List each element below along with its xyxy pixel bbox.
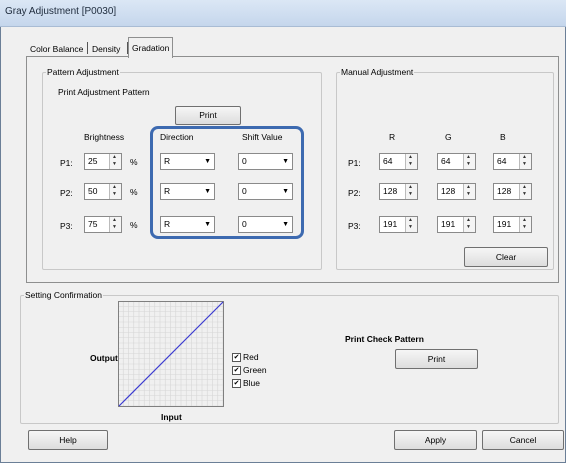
spin-arrows[interactable]: ▲ ▼ [463,154,475,169]
percent-label: % [130,157,138,167]
help-button[interactable]: Help [28,430,108,450]
manual-p3-r-spinner[interactable]: 191 ▲ ▼ [379,216,418,233]
brightness-header: Brightness [84,132,125,142]
manual-p2-b-value: 128 [497,186,512,196]
percent-label: % [130,220,138,230]
row-label-p2: P2: [60,188,73,198]
manual-p2-r-value: 128 [383,186,398,196]
check-mark-icon: ✔ [233,367,240,374]
tab-strip: Color Balance Density Gradation [26,37,186,58]
brightness-p1-spinner[interactable]: 25 ▲ ▼ [84,153,122,170]
brightness-p2-spinner[interactable]: 50 ▲ ▼ [84,183,122,200]
manual-p1-g-spinner[interactable]: 64 ▲ ▼ [437,153,476,170]
manual-row-label-p2: P2: [348,188,361,198]
manual-p3-g-spinner[interactable]: 191 ▲ ▼ [437,216,476,233]
brightness-p3-spinner[interactable]: 75 ▲ ▼ [84,216,122,233]
check-mark-icon: ✔ [233,354,240,361]
green-checkbox-label: Green [243,365,267,375]
spin-arrows[interactable]: ▲ ▼ [463,184,475,199]
manual-p1-g-value: 64 [441,156,451,166]
manual-p3-r-value: 191 [383,219,398,229]
manual-row-label-p1: P1: [348,158,361,168]
green-checkbox[interactable]: ✔ [232,366,241,375]
spin-arrows[interactable]: ▲ ▼ [519,217,531,232]
cancel-button[interactable]: Cancel [482,430,564,450]
check-mark-icon: ✔ [233,380,240,387]
spin-arrows[interactable]: ▲ ▼ [405,154,417,169]
spin-arrows[interactable]: ▲ ▼ [463,217,475,232]
manual-p2-g-value: 128 [441,186,456,196]
brightness-p3-value: 75 [88,219,98,229]
spin-arrows[interactable]: ▲ ▼ [109,154,121,169]
brightness-p2-value: 50 [88,186,98,196]
manual-row-label-p3: P3: [348,221,361,231]
header-r: R [389,132,396,142]
manual-p3-g-value: 191 [441,219,456,229]
clear-button[interactable]: Clear [464,247,548,267]
setting-confirmation-label: Setting Confirmation [24,290,104,300]
spin-arrows[interactable]: ▲ ▼ [519,154,531,169]
manual-adjustment-group [336,72,554,270]
title-bar[interactable]: Gray Adjustment [P0030] [0,0,566,27]
window-title: Gray Adjustment [P0030] [5,6,117,17]
red-checkbox[interactable]: ✔ [232,353,241,362]
spin-arrows[interactable]: ▲ ▼ [405,217,417,232]
tab-gradation[interactable]: Gradation [128,37,174,58]
apply-button[interactable]: Apply [394,430,477,450]
manual-p2-r-spinner[interactable]: 128 ▲ ▼ [379,183,418,200]
direction-shift-highlight [150,126,304,239]
input-axis-label: Input [161,412,182,422]
output-axis-label: Output [90,353,118,363]
manual-p1-b-value: 64 [497,156,507,166]
manual-p3-b-spinner[interactable]: 191 ▲ ▼ [493,216,532,233]
manual-p3-b-value: 191 [497,219,512,229]
spin-arrows[interactable]: ▲ ▼ [519,184,531,199]
print-check-button[interactable]: Print [395,349,478,369]
blue-checkbox[interactable]: ✔ [232,379,241,388]
manual-p2-b-spinner[interactable]: 128 ▲ ▼ [493,183,532,200]
spin-arrows[interactable]: ▲ ▼ [109,184,121,199]
row-label-p1: P1: [60,158,73,168]
header-b: B [500,132,506,142]
manual-p1-r-spinner[interactable]: 64 ▲ ▼ [379,153,418,170]
manual-p2-g-spinner[interactable]: 128 ▲ ▼ [437,183,476,200]
gradation-curve-graph [118,301,224,407]
brightness-p1-value: 25 [88,156,98,166]
spin-arrows[interactable]: ▲ ▼ [109,217,121,232]
spin-arrows[interactable]: ▲ ▼ [405,184,417,199]
manual-adjustment-label: Manual Adjustment [340,67,415,77]
red-checkbox-label: Red [243,352,259,362]
percent-label: % [130,187,138,197]
manual-p1-b-spinner[interactable]: 64 ▲ ▼ [493,153,532,170]
row-label-p3: P3: [60,221,73,231]
pattern-adjustment-label: Pattern Adjustment [46,67,120,77]
print-pattern-button[interactable]: Print [175,106,241,125]
print-adjustment-pattern-label: Print Adjustment Pattern [58,87,150,97]
manual-p1-r-value: 64 [383,156,393,166]
blue-checkbox-label: Blue [243,378,261,388]
header-g: G [445,132,452,142]
print-check-pattern-label: Print Check Pattern [345,334,424,344]
